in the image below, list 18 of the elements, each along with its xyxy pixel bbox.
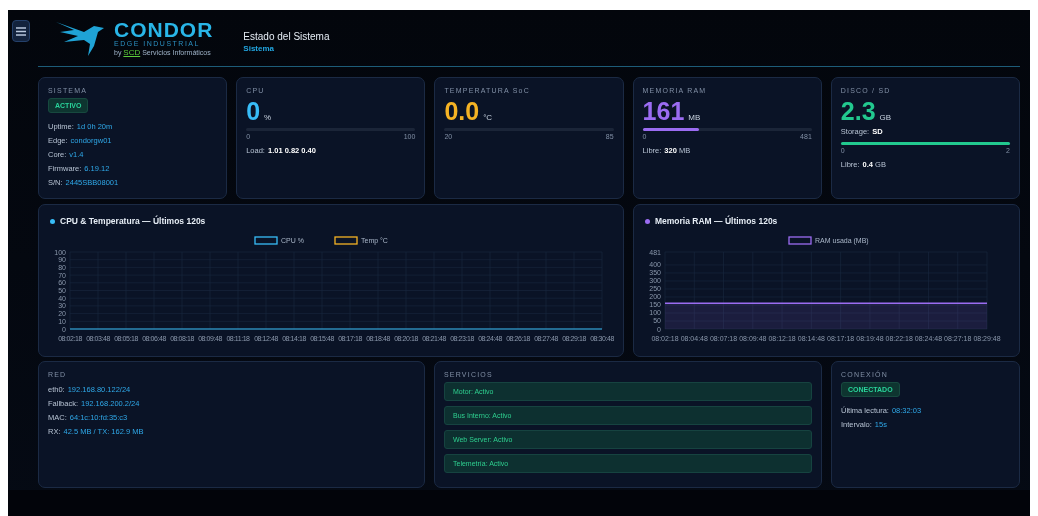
page-title: Estado del Sistema bbox=[243, 31, 330, 42]
metric-unit: MB bbox=[688, 113, 701, 122]
metric-unit: % bbox=[264, 113, 272, 122]
legend-swatch bbox=[334, 236, 358, 245]
chart-title: CPU & Temperatura — Últimos 120s bbox=[60, 216, 206, 226]
legend-swatch bbox=[254, 236, 278, 245]
legend-swatch bbox=[788, 236, 812, 245]
menu-button[interactable] bbox=[12, 20, 30, 42]
metric-unit: GB bbox=[879, 113, 892, 122]
metric-unit: °C bbox=[483, 113, 493, 122]
logo-wordmark: CONDOR bbox=[114, 19, 214, 40]
menu-icon bbox=[16, 26, 26, 36]
chart-title: Memoria RAM — Últimos 120s bbox=[655, 216, 778, 226]
metric-value: 161 bbox=[642, 98, 685, 124]
metric-value: 2.3 bbox=[840, 98, 876, 124]
metric-value: 0 bbox=[246, 98, 261, 124]
page-subtitle: Sistema bbox=[243, 44, 276, 53]
metric-value: 0.0 bbox=[444, 98, 480, 124]
